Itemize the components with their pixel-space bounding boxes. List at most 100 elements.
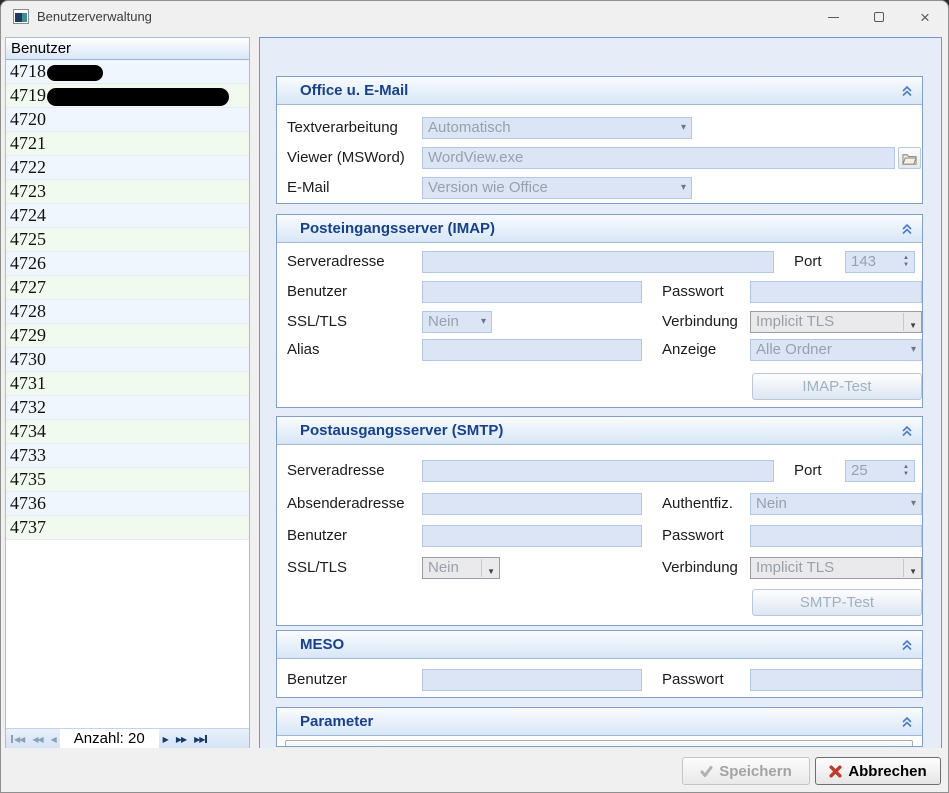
redacted-name [47,88,229,106]
user-row[interactable]: 4722 [6,156,249,180]
user-row[interactable]: 4730 [6,348,249,372]
record-count: Anzahl: 20 [60,729,159,750]
meso-user-label: Benutzer [287,669,347,691]
imap-password-input[interactable] [750,281,922,303]
save-button[interactable]: Speichern [682,757,810,785]
meso-password-input[interactable] [750,669,922,691]
smtp-ssl-label: SSL/TLS [287,557,347,579]
imap-user-input[interactable] [422,281,642,303]
section-meso-header: MESO [277,631,922,659]
user-row[interactable]: 4721 [6,132,249,156]
section-parameter-header: Parameter [277,708,922,736]
imap-server-input[interactable] [422,251,774,273]
imap-connection-select[interactable]: Implicit TLS [750,311,922,333]
textverarbeitung-label: Textverarbeitung [287,117,398,139]
imap-display-select[interactable]: Alle Ordner [750,339,922,361]
textverarbeitung-select[interactable]: Automatisch [422,117,692,139]
smtp-password-label: Passwort [662,525,724,547]
smtp-auth-select[interactable]: Nein [750,493,922,515]
smtp-ssl-select[interactable]: Nein [422,557,500,579]
imap-display-label: Anzeige [662,339,716,361]
viewer-input[interactable]: WordView.exe [422,147,895,169]
minimize-button[interactable] [810,1,856,33]
user-row[interactable]: 4733 [6,444,249,468]
user-list-panel: Benutzer 4718 4719 4720 4721 4722 4723 4… [5,37,250,750]
collapse-icon[interactable] [901,223,913,235]
section-parameter: Parameter [276,707,923,747]
smtp-server-label: Serveradresse [287,460,385,482]
user-detail-panel: Office u. E-Mail Textverarbeitung Automa… [259,37,942,749]
smtp-user-label: Benutzer [287,525,347,547]
user-row[interactable]: 4729 [6,324,249,348]
title-bar: Benutzerverwaltung × [1,1,948,33]
meso-user-input[interactable] [422,669,642,691]
user-row[interactable]: 4728 [6,300,249,324]
smtp-password-input[interactable] [750,525,922,547]
stepper-arrows-icon[interactable]: ▲▼ [899,252,913,272]
section-smtp-header: Postausgangsserver (SMTP) [277,417,922,445]
fast-forward-icon[interactable]: ▶▶ [172,735,190,744]
imap-port-label: Port [794,251,822,273]
maximize-button[interactable] [856,1,902,33]
back-icon[interactable]: ◀ [47,735,60,744]
collapse-icon[interactable] [901,425,913,437]
browse-folder-button[interactable] [898,147,921,169]
user-row[interactable]: 4723 [6,180,249,204]
collapse-icon[interactable] [901,639,913,651]
user-row[interactable]: 4727 [6,276,249,300]
window-title: Benutzerverwaltung [37,9,152,24]
user-row[interactable]: 4732 [6,396,249,420]
smtp-connection-select[interactable]: Implicit TLS [750,557,922,579]
smtp-server-input[interactable] [422,460,774,482]
cancel-button[interactable]: Abbrechen [815,757,941,785]
email-version-select[interactable]: Version wie Office [422,177,692,199]
section-office-header: Office u. E-Mail [277,77,922,105]
collapse-icon[interactable] [901,716,913,728]
smtp-test-button[interactable]: SMTP-Test [752,589,922,616]
check-icon [700,765,713,778]
user-row[interactable]: 4726 [6,252,249,276]
last-page-icon[interactable]: ▶▶ [190,735,212,744]
app-icon [13,9,29,24]
maximize-icon [874,12,884,22]
section-imap: Posteingangsserver (IMAP) Serveradresse … [276,214,923,408]
user-row[interactable]: 4736 [6,492,249,516]
close-button[interactable]: × [902,1,948,33]
imap-alias-input[interactable] [422,339,642,361]
smtp-auth-label: Authentfiz. [662,493,733,515]
user-row[interactable]: 4737 [6,516,249,540]
user-row[interactable]: 4731 [6,372,249,396]
section-title: Postausgangsserver (SMTP) [300,422,503,439]
section-title: Office u. E-Mail [300,82,408,99]
close-icon: × [920,9,930,26]
section-imap-header: Posteingangsserver (IMAP) [277,215,922,243]
user-row[interactable]: 4725 [6,228,249,252]
imap-ssl-select[interactable]: Nein [422,311,492,333]
smtp-user-input[interactable] [422,525,642,547]
imap-alias-label: Alias [287,339,320,361]
forward-icon[interactable]: ▶ [159,735,172,744]
imap-connection-label: Verbindung [662,311,738,333]
open-folder-icon [902,152,917,165]
user-row[interactable]: 4720 [6,108,249,132]
fast-back-icon[interactable]: ◀◀ [28,735,46,744]
imap-test-button[interactable]: IMAP-Test [752,373,922,400]
user-row[interactable]: 4724 [6,204,249,228]
imap-port-stepper[interactable]: 143▲▼ [845,251,915,273]
user-row[interactable]: 4734 [6,420,249,444]
smtp-sender-input[interactable] [422,493,642,515]
benutzerverwaltung-window: Benutzerverwaltung × Benutzer 4718 4719 … [0,0,949,793]
user-row[interactable]: 4735 [6,468,249,492]
section-smtp: Postausgangsserver (SMTP) Serveradresse … [276,416,923,626]
stepper-arrows-icon[interactable]: ▲▼ [899,461,913,481]
first-page-icon[interactable]: ◀◀ [6,735,28,744]
user-row[interactable]: 4718 [6,60,249,84]
section-meso: MESO Benutzer Passwort [276,630,923,698]
smtp-port-stepper[interactable]: 25▲▼ [845,460,915,482]
imap-ssl-label: SSL/TLS [287,311,347,333]
smtp-connection-label: Verbindung [662,557,738,579]
collapse-icon[interactable] [901,85,913,97]
imap-user-label: Benutzer [287,281,347,303]
user-row[interactable]: 4719 [6,84,249,108]
parameter-grid-edge [285,740,913,747]
